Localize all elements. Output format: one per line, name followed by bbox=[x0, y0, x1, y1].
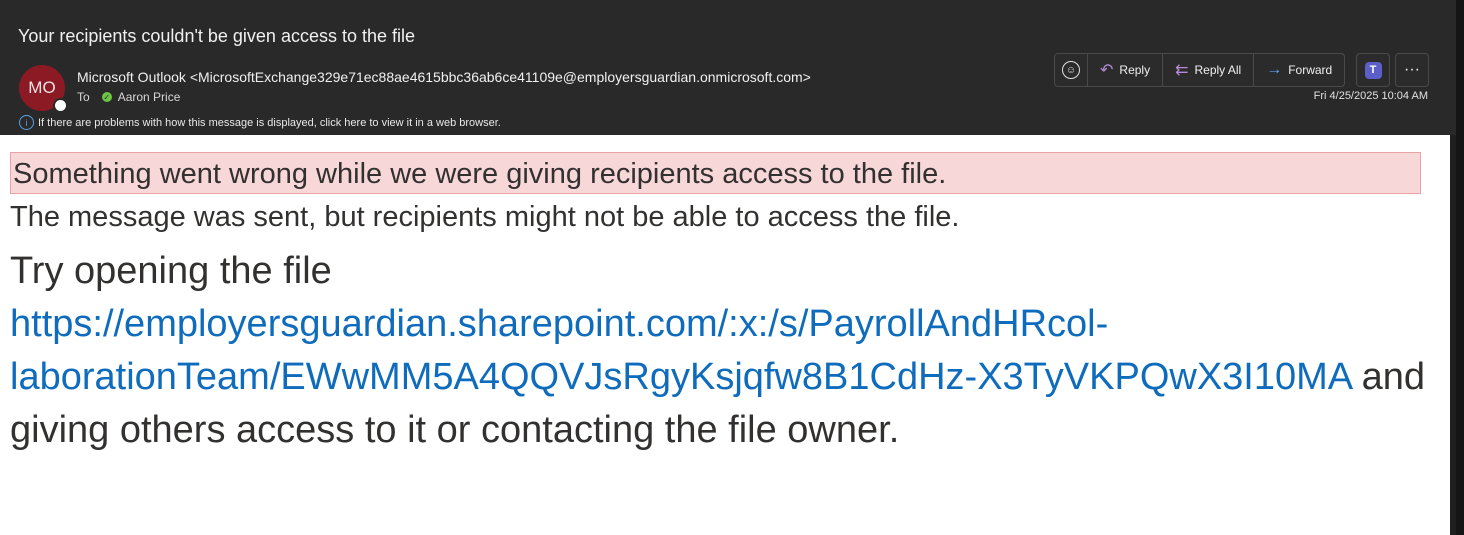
react-button[interactable]: ☺ bbox=[1055, 54, 1088, 86]
avatar-initials: MO bbox=[28, 78, 56, 97]
sent-notice: The message was sent, but recipients mig… bbox=[10, 201, 960, 233]
file-link[interactable]: https://employersguardian.sharepoint.com… bbox=[10, 303, 1351, 398]
reply-all-label: Reply All bbox=[1194, 63, 1242, 77]
available-check-icon: ✓ bbox=[101, 92, 112, 102]
instruction-prefix: Try opening the file bbox=[10, 250, 332, 292]
teams-button[interactable]: T bbox=[1356, 53, 1390, 87]
forward-button[interactable]: → Forward bbox=[1254, 54, 1344, 86]
error-banner: Something went wrong while we were givin… bbox=[10, 152, 1421, 194]
message-actions: ☺ ↶ Reply ⇇ Reply All → Forward bbox=[1054, 53, 1346, 87]
window-edge bbox=[1456, 0, 1464, 535]
reply-button[interactable]: ↶ Reply bbox=[1088, 54, 1164, 86]
forward-icon: → bbox=[1266, 61, 1283, 78]
message-subject: Your recipients couldn't be given access… bbox=[18, 26, 416, 46]
to-label: To bbox=[77, 90, 90, 104]
message-date: Fri 4/25/2025 10:04 AM bbox=[1313, 90, 1428, 102]
reply-all-button[interactable]: ⇇ Reply All bbox=[1163, 54, 1255, 86]
more-actions-button[interactable]: ··· bbox=[1395, 53, 1429, 87]
message-body: Something went wrong while we were givin… bbox=[0, 135, 1450, 535]
info-icon: i bbox=[19, 115, 34, 130]
recipient-name[interactable]: Aaron Price bbox=[118, 90, 181, 104]
reply-all-icon: ⇇ bbox=[1175, 62, 1189, 79]
instruction-paragraph: Try opening the file https://employersgu… bbox=[10, 245, 1430, 457]
presence-status-icon bbox=[53, 98, 68, 113]
display-problem-notice[interactable]: i If there are problems with how this me… bbox=[19, 115, 501, 130]
body-scroll-edge bbox=[1450, 135, 1456, 535]
display-problem-text[interactable]: If there are problems with how this mess… bbox=[38, 117, 501, 129]
sender-address[interactable]: Microsoft Outlook <MicrosoftExchange329e… bbox=[77, 69, 811, 85]
recipient-line: To ✓ Aaron Price bbox=[77, 90, 180, 104]
message-header: Your recipients couldn't be given access… bbox=[0, 0, 1457, 135]
smiley-icon: ☺ bbox=[1062, 61, 1080, 79]
teams-icon: T bbox=[1364, 61, 1382, 79]
forward-label: Forward bbox=[1288, 63, 1333, 77]
more-icon: ··· bbox=[1404, 61, 1420, 78]
reply-icon: ↶ bbox=[1100, 62, 1114, 79]
reply-label: Reply bbox=[1119, 63, 1151, 77]
